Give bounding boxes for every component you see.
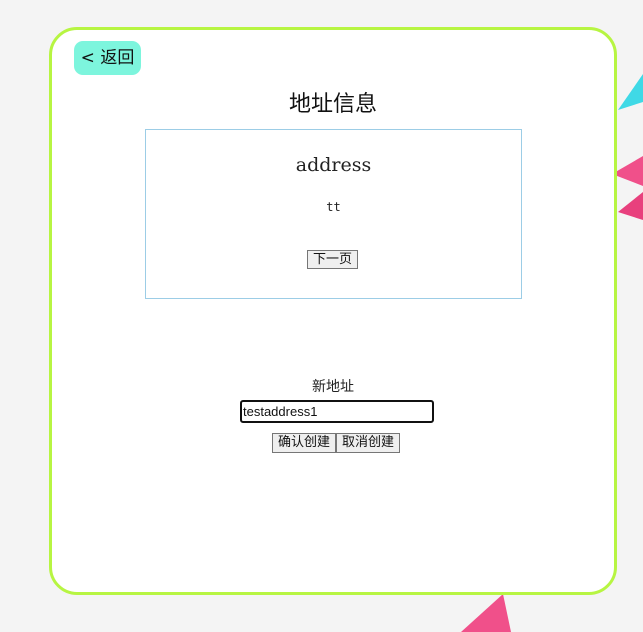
address-value: tt: [326, 200, 341, 214]
back-button[interactable]: < 返回: [74, 41, 141, 75]
new-address-label: 新地址: [312, 379, 354, 395]
address-info-card: < 返回 地址信息 address tt 下一页 新地址 确认创建 取消创建: [49, 27, 617, 595]
confirm-create-button[interactable]: 确认创建: [272, 433, 337, 453]
next-page-button[interactable]: 下一页: [307, 250, 358, 269]
cancel-create-button[interactable]: 取消创建: [336, 433, 401, 453]
address-display-box: address tt 下一页: [145, 129, 522, 299]
create-actions: 确认创建 取消创建: [272, 433, 401, 453]
pink-shard-decoration-bottom: [461, 594, 511, 632]
new-address-input[interactable]: [240, 400, 434, 423]
page-title: 地址信息: [288, 92, 377, 117]
address-heading: address: [295, 154, 372, 176]
